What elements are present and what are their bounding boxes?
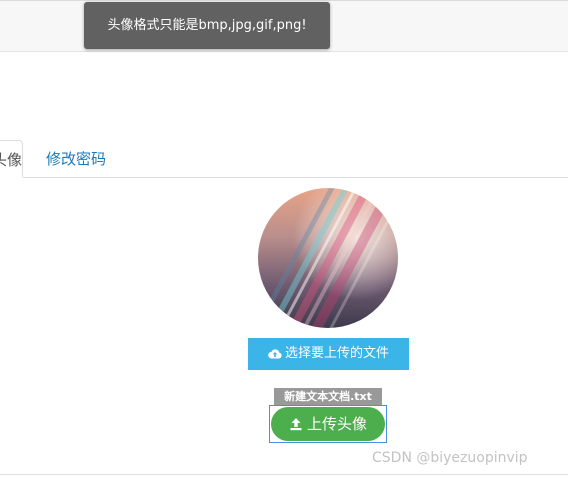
error-toast: 头像格式只能是bmp,jpg,gif,png! <box>84 2 330 49</box>
tab-bar: 修改头像 修改密码 <box>0 140 568 178</box>
avatar-image <box>258 188 398 328</box>
selected-file-label: 新建文本文档.txt <box>284 390 372 403</box>
footer-divider <box>0 474 568 475</box>
choose-file-label: 选择要上传的文件 <box>284 346 389 361</box>
choose-file-button[interactable]: 选择要上传的文件 <box>248 338 409 370</box>
cloud-upload-icon <box>268 349 282 359</box>
toast-message: 头像格式只能是bmp,jpg,gif,png! <box>107 18 307 33</box>
tab-change-password-label: 修改密码 <box>46 150 107 168</box>
tab-change-avatar[interactable]: 修改头像 <box>0 140 23 178</box>
selected-file-name: 新建文本文档.txt <box>274 388 382 405</box>
upload-avatar-button[interactable]: 上传头像 <box>271 407 385 441</box>
tab-change-avatar-label: 修改头像 <box>0 151 22 169</box>
upload-icon <box>290 418 302 431</box>
tab-change-password[interactable]: 修改密码 <box>46 140 106 178</box>
watermark-text: CSDN @biyezuopinvip <box>372 450 528 466</box>
avatar-preview <box>258 188 398 328</box>
upload-avatar-label: 上传头像 <box>306 415 367 433</box>
